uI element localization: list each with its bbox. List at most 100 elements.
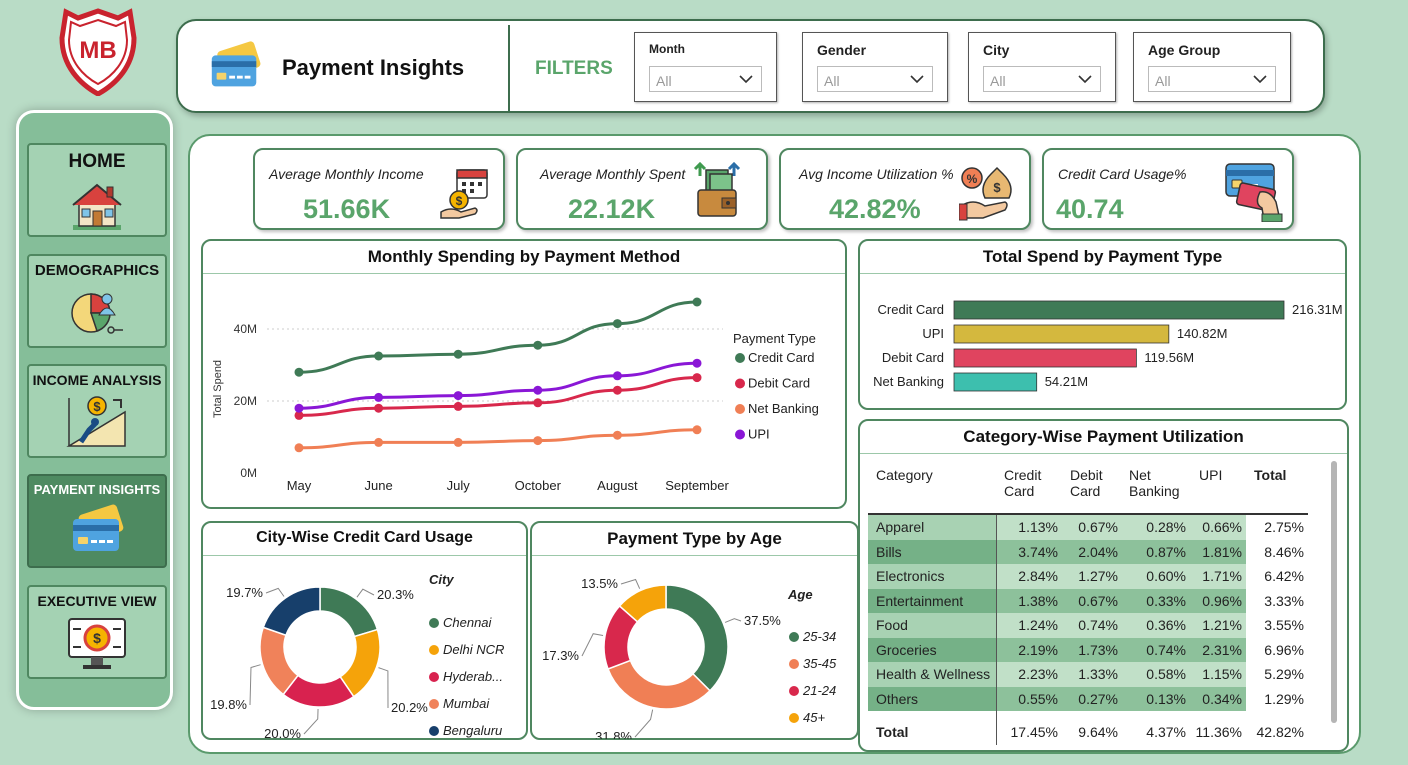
value-cell: 5.29% [1264, 666, 1304, 682]
legend-label[interactable]: Credit Card [748, 350, 814, 365]
legend-marker [789, 713, 799, 723]
table-row[interactable]: Apparel 1.13% 0.67% 0.28% 0.66% 2.75% [868, 515, 1308, 540]
nav-income-analysis[interactable]: INCOME ANALYSIS $ [27, 364, 167, 458]
legend-label[interactable]: 35-45 [803, 656, 837, 671]
col-header[interactable]: Category [876, 467, 933, 483]
data-point[interactable] [533, 385, 543, 395]
table-row[interactable]: Food 1.24% 0.74% 0.36% 1.21% 3.55% [868, 613, 1308, 638]
age-group-filter-label: Age Group [1148, 42, 1221, 58]
bar[interactable] [953, 372, 1038, 392]
data-point[interactable] [612, 385, 622, 395]
month-dropdown[interactable]: All [649, 66, 762, 92]
data-point[interactable] [453, 349, 463, 359]
x-tick-label: October [515, 478, 562, 493]
data-point[interactable] [533, 398, 543, 408]
data-point[interactable] [453, 391, 463, 401]
monitor-dollar-icon: $ [68, 618, 126, 669]
col-header[interactable]: Debit Card [1070, 467, 1114, 499]
data-point[interactable] [294, 367, 304, 377]
legend-marker [789, 686, 799, 696]
data-point[interactable] [612, 430, 622, 440]
data-point[interactable] [374, 392, 384, 402]
value-cell: 1.71% [1202, 568, 1242, 584]
series-line [298, 300, 698, 374]
legend-label[interactable]: Delhi NCR [443, 642, 504, 657]
donut-slice[interactable] [319, 586, 379, 638]
col-header[interactable]: Total [1254, 467, 1286, 483]
table-row[interactable]: Electronics 2.84% 1.27% 0.60% 1.71% 6.42% [868, 564, 1308, 589]
donut-slice[interactable] [665, 584, 729, 692]
legend-label[interactable]: Chennai [443, 615, 493, 630]
category-cell: Entertainment [876, 592, 964, 609]
value-cell: 2.84% [1018, 568, 1058, 584]
data-point[interactable] [692, 373, 702, 383]
bar[interactable] [953, 348, 1137, 368]
kpi-value: 22.12K [568, 194, 656, 224]
data-point[interactable] [533, 340, 543, 350]
data-point[interactable] [374, 351, 384, 361]
value-cell: 0.96% [1202, 592, 1242, 609]
col-header[interactable]: Credit Card [1004, 467, 1048, 499]
legend-label[interactable]: Net Banking [748, 401, 819, 416]
donut-slice[interactable] [607, 659, 712, 710]
data-point[interactable] [374, 437, 384, 447]
nav-demographics[interactable]: DEMOGRAPHICS [27, 254, 167, 348]
table-row[interactable]: Others 0.55% 0.27% 0.13% 0.34% 1.29% [868, 686, 1308, 711]
data-point[interactable] [453, 401, 463, 411]
money-bag-percent-icon: % $ [959, 166, 1012, 221]
city-dropdown[interactable]: All [983, 66, 1101, 92]
donut-slice[interactable] [262, 586, 321, 637]
city-donut-chart: City 20.3% 20.2% 20.0% 19.8% 19.7% Chennai Del… [210, 572, 504, 739]
table-row[interactable]: Health & Wellness 2.23% 1.33% 0.58% 1.15% 5.2… [868, 662, 1308, 687]
data-point[interactable] [692, 297, 702, 307]
data-point[interactable] [294, 403, 304, 413]
total-cell: 4.37% [1146, 724, 1186, 740]
data-point[interactable] [374, 403, 384, 413]
legend-marker [789, 632, 799, 642]
data-point[interactable] [453, 437, 463, 447]
legend-label[interactable]: 25-34 [802, 629, 836, 644]
table-row[interactable]: Entertainment 1.38% 0.67% 0.33% 0.96% 3.33% [868, 588, 1308, 613]
growth-stairs-icon: $ [66, 396, 126, 447]
nav-demographics-label: DEMOGRAPHICS [34, 262, 160, 279]
vertical-scrollbar[interactable] [1331, 461, 1337, 723]
legend-label[interactable]: Debit Card [748, 376, 810, 391]
legend-label[interactable]: Bengaluru [443, 723, 502, 738]
col-header[interactable]: UPI [1199, 467, 1222, 483]
age-group-dropdown[interactable]: All [1148, 66, 1276, 92]
nav-home[interactable]: HOME [27, 143, 167, 237]
table-row[interactable]: Bills 3.74% 2.04% 0.87% 1.81% 8.46% [868, 539, 1308, 564]
data-point[interactable] [692, 358, 702, 368]
bar[interactable] [953, 324, 1170, 344]
value-cell: 6.42% [1264, 568, 1304, 584]
legend-label[interactable]: UPI [748, 427, 770, 442]
data-point[interactable] [294, 443, 304, 453]
logo-text: MB [79, 37, 116, 64]
leader-line [356, 588, 375, 598]
legend-label[interactable]: Hyderab... [443, 669, 503, 684]
table-row[interactable]: Groceries 2.19% 1.73% 0.74% 2.31% 6.96% [868, 637, 1308, 662]
data-point[interactable] [692, 425, 702, 435]
chart-title: Payment Type by Age [607, 529, 782, 548]
nav-executive-view[interactable]: EXECUTIVE VIEW $ [27, 585, 167, 679]
data-point[interactable] [612, 371, 622, 381]
nav-payment-insights[interactable]: PAYMENT INSIGHTS [27, 474, 167, 568]
data-point[interactable] [533, 436, 543, 446]
legend-label[interactable]: 45+ [803, 710, 825, 725]
total-cell: 9.64% [1078, 724, 1118, 740]
header-divider [508, 25, 510, 111]
kpi-title: Avg Income Utilization % [799, 166, 954, 182]
age-group-dropdown-value: All [1155, 73, 1171, 89]
legend-label[interactable]: 21-24 [802, 683, 836, 698]
gender-dropdown[interactable]: All [817, 66, 933, 92]
bar[interactable] [953, 300, 1285, 320]
scrollbar-thumb[interactable] [1331, 461, 1337, 723]
chart-title: Total Spend by Payment Type [982, 247, 1223, 266]
value-cell: 0.67% [1078, 519, 1118, 535]
value-cell: 1.38% [1018, 592, 1058, 609]
slice-label: 13.5% [581, 576, 618, 591]
col-header[interactable]: Net Banking [1129, 467, 1189, 499]
svg-text:$: $ [456, 194, 463, 208]
legend-label[interactable]: Mumbai [443, 696, 490, 711]
data-point[interactable] [612, 319, 622, 329]
